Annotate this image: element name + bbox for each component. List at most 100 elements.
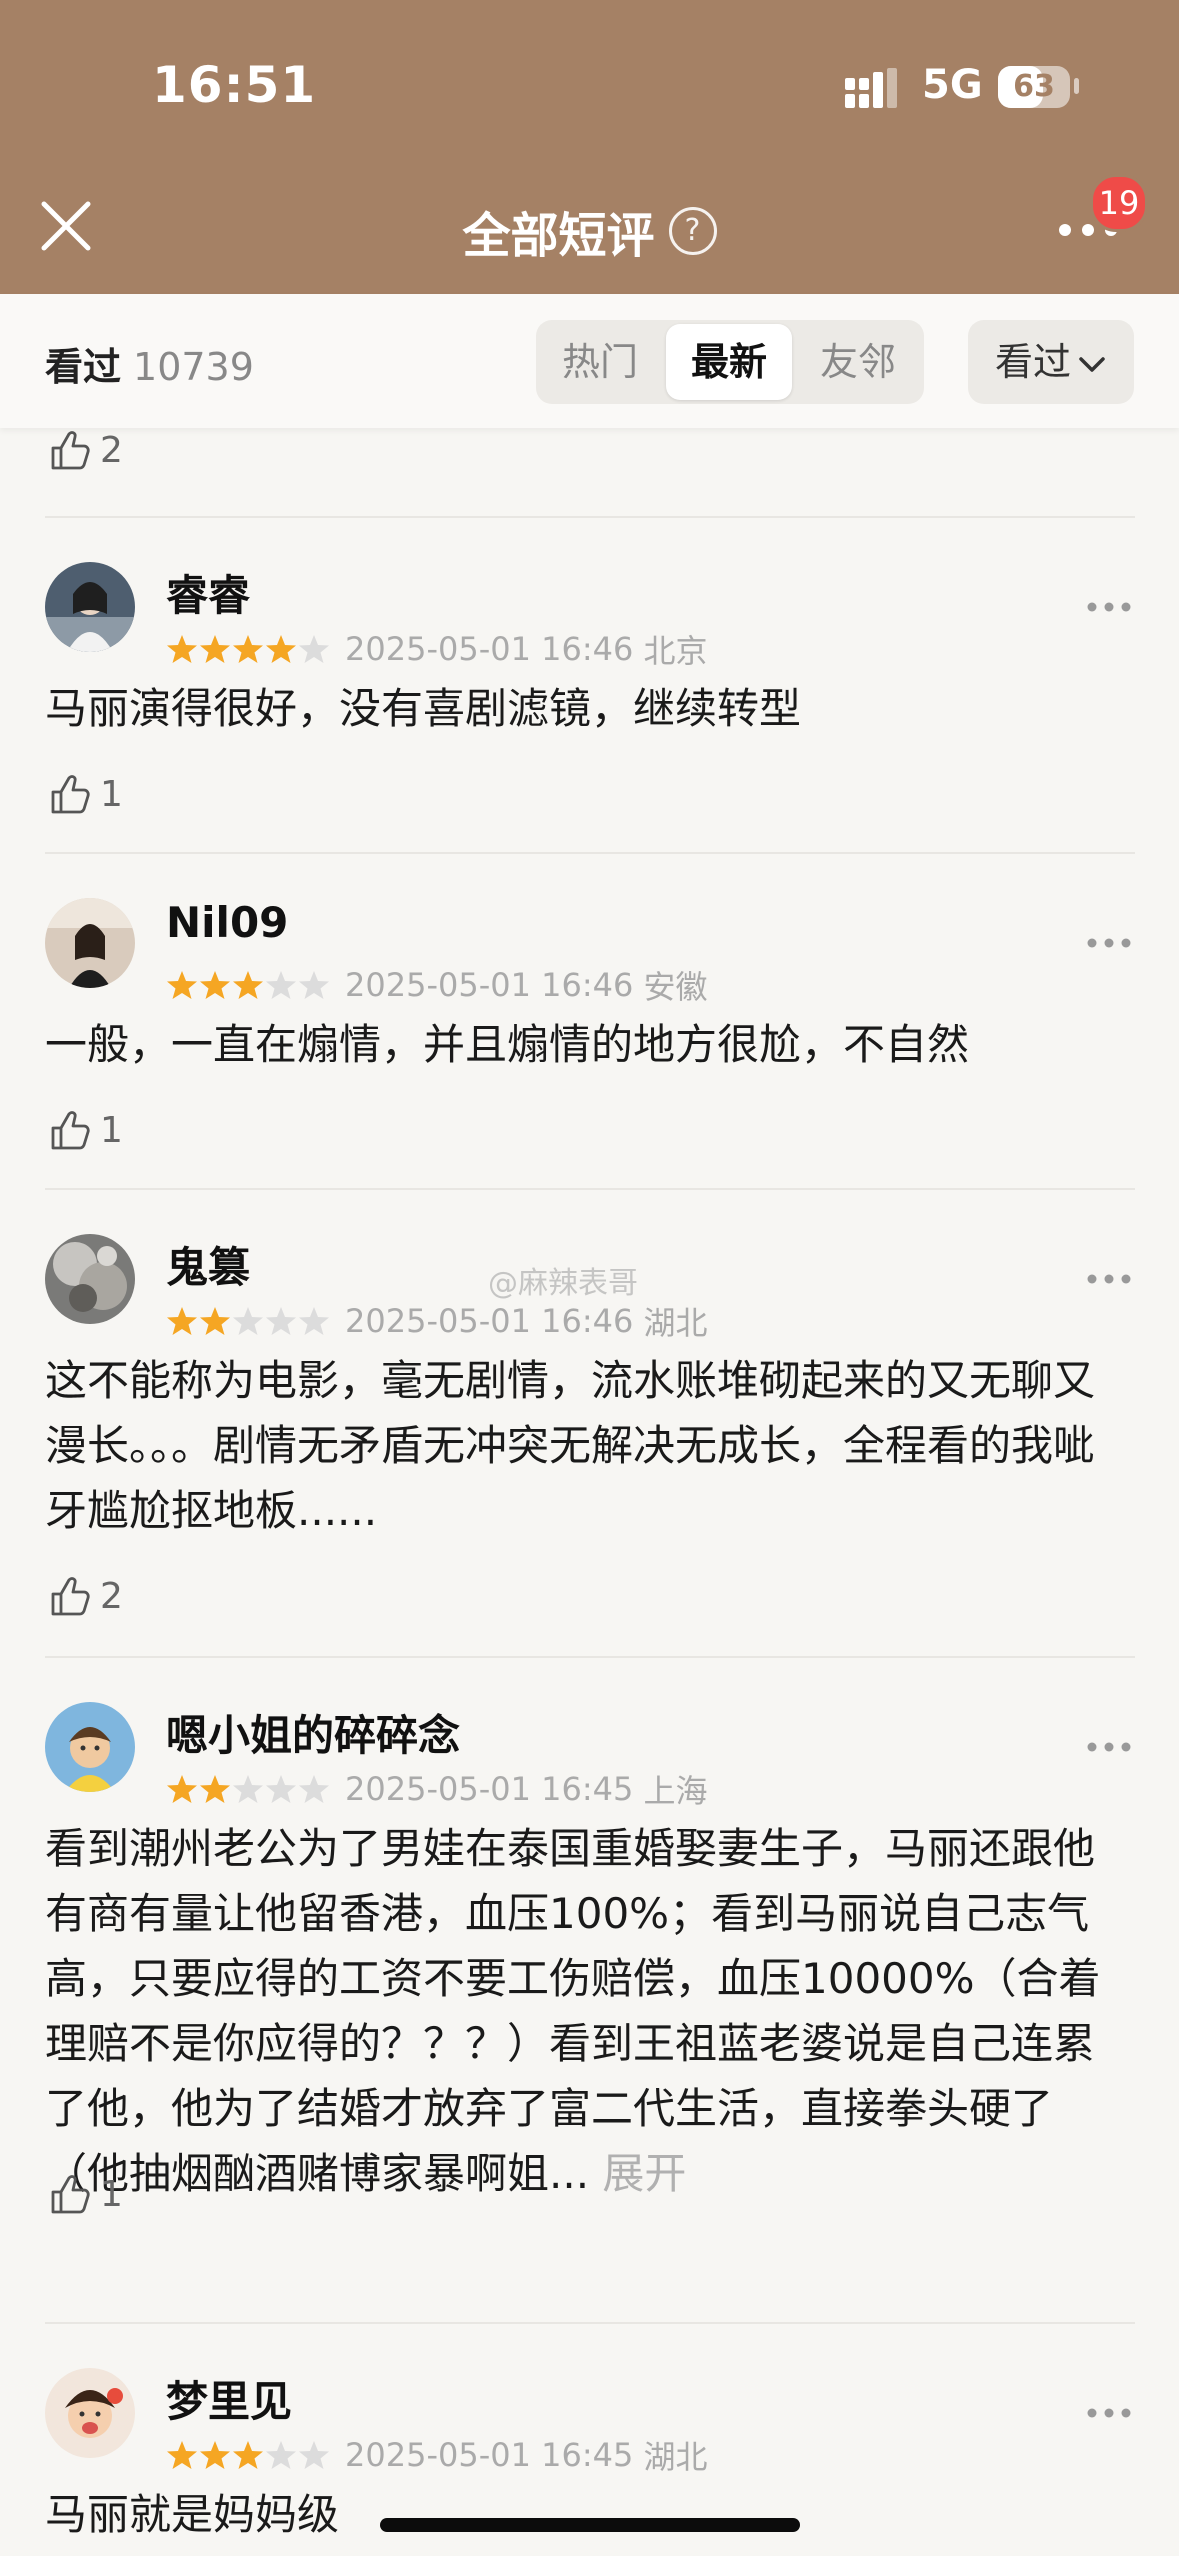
thumbs-up-icon (51, 2175, 90, 2214)
star-icon (266, 971, 296, 999)
avatar[interactable] (45, 2368, 135, 2458)
rating-stars (166, 633, 331, 665)
thumbs-up-icon (51, 775, 90, 814)
filter-bar: 看过 10739 热门 最新 友邻 看过 (0, 294, 1179, 428)
review-text-body: 看到潮州老公为了男娃在泰国重婚娶妻生子，马丽还跟他有商有量让他留香港，血压100… (45, 1824, 1101, 2198)
username[interactable]: Nil09 (166, 898, 288, 947)
star-icon (266, 635, 296, 663)
star-icon (167, 2441, 197, 2469)
avatar[interactable] (45, 562, 135, 652)
network-type: 5G (922, 62, 983, 108)
review-meta: 2025-05-01 16:45 湖北 (166, 2432, 708, 2478)
tab-latest[interactable]: 最新 (666, 324, 792, 400)
battery-tip (1074, 78, 1079, 94)
username[interactable]: 鬼篡 (166, 1234, 250, 1295)
avatar[interactable] (45, 898, 135, 988)
star-icon (299, 635, 329, 663)
help-icon[interactable]: ? (668, 207, 717, 255)
username[interactable]: 睿睿 (166, 562, 250, 623)
cellular-signal-icon (845, 68, 897, 108)
star-icon (299, 2441, 329, 2469)
like-button[interactable]: 2 (48, 428, 123, 472)
star-icon (200, 635, 230, 663)
divider (45, 1188, 1135, 1190)
review-time: 2025-05-01 16:45 (345, 2436, 634, 2474)
tab-hot[interactable]: 热门 (536, 320, 664, 404)
review-meta: 2025-05-01 16:46 湖北 (166, 1298, 708, 1344)
star-icon (167, 635, 197, 663)
more-icon[interactable] (1086, 600, 1132, 614)
review-time: 2025-05-01 16:46 (345, 630, 634, 668)
review-text: 马丽演得很好，没有喜剧滤镜，继续转型 (45, 684, 802, 733)
thumbs-up-icon (51, 1111, 90, 1150)
like-count: 1 (100, 1109, 123, 1151)
star-icon (233, 2441, 263, 2469)
like-count: 2 (100, 1575, 123, 1617)
status-time: 16:51 (152, 56, 317, 114)
star-icon (200, 1307, 230, 1335)
more-icon[interactable] (1086, 2406, 1132, 2420)
avatar[interactable] (45, 1702, 135, 1792)
star-icon (266, 1307, 296, 1335)
sort-segment: 热门 最新 友邻 (536, 320, 924, 404)
star-icon (266, 2441, 296, 2469)
star-icon (167, 971, 197, 999)
star-icon (299, 1307, 329, 1335)
star-icon (266, 1775, 296, 1803)
home-indicator[interactable] (380, 2518, 800, 2532)
rating-stars (166, 2439, 331, 2471)
seen-count: 10739 (133, 345, 254, 389)
dropdown-label: 看过 (994, 340, 1071, 384)
star-icon (200, 1775, 230, 1803)
star-icon (299, 1775, 329, 1803)
divider (45, 852, 1135, 854)
review-location: 上海 (643, 1772, 708, 1810)
like-button[interactable]: 1 (48, 1108, 123, 1152)
tab-friends[interactable]: 友邻 (794, 320, 922, 404)
divider (45, 1656, 1135, 1658)
review-text: 这不能称为电影，毫无剧情，流水账堆砌起来的又无聊又漫长。。。剧情无矛盾无冲突无解… (45, 1356, 1096, 1535)
username[interactable]: 嗯小姐的碎碎念 (166, 1702, 460, 1763)
like-count: 1 (100, 2173, 123, 2215)
rating-stars (166, 969, 331, 1001)
like-count: 1 (100, 773, 123, 815)
seen-filter-dropdown[interactable]: 看过 (968, 320, 1134, 404)
review-text: 马丽就是妈妈级 (45, 2490, 340, 2539)
like-button[interactable]: 1 (48, 2172, 123, 2216)
username[interactable]: 梦里见 (166, 2368, 292, 2429)
more-icon[interactable] (1086, 936, 1132, 950)
star-icon (233, 635, 263, 663)
star-icon (167, 1775, 197, 1803)
more-icon[interactable] (1086, 1272, 1132, 1286)
page-title: 全部短评 (462, 208, 655, 264)
notification-badge: 19 (1090, 174, 1148, 232)
expand-link[interactable]: 展开 (602, 2149, 686, 2198)
thumbs-up-icon (51, 1577, 90, 1616)
review-time: 2025-05-01 16:45 (345, 1770, 634, 1808)
review-meta: 2025-05-01 16:46 安徽 (166, 962, 708, 1008)
review-meta: 2025-05-01 16:45 上海 (166, 1766, 708, 1812)
review-time: 2025-05-01 16:46 (345, 966, 634, 1004)
rating-stars (166, 1773, 331, 1805)
review-location: 湖北 (643, 1304, 708, 1342)
star-icon (233, 1775, 263, 1803)
review-text: 看到潮州老公为了男娃在泰国重婚娶妻生子，马丽还跟他有商有量让他留香港，血压100… (45, 1816, 1135, 2206)
review-text: 一般，一直在煽情，并且煽情的地方很尬，不自然 (45, 1020, 970, 1069)
chevron-down-icon (1079, 356, 1105, 372)
thumbs-up-icon (51, 431, 90, 470)
like-button[interactable]: 1 (48, 772, 123, 816)
more-icon[interactable] (1086, 1740, 1132, 1754)
avatar[interactable] (45, 1234, 135, 1324)
star-icon (299, 971, 329, 999)
like-count: 2 (100, 429, 123, 471)
like-button[interactable]: 2 (48, 1574, 123, 1618)
star-icon (200, 971, 230, 999)
star-icon (233, 1307, 263, 1335)
review-time: 2025-05-01 16:46 (345, 1302, 634, 1340)
star-icon (233, 971, 263, 999)
seen-summary: 看过 10739 (45, 336, 254, 391)
battery-level: 63 (1013, 69, 1055, 104)
rating-stars (166, 1305, 331, 1337)
seen-label: 看过 (45, 345, 122, 389)
review-location: 北京 (643, 632, 708, 670)
